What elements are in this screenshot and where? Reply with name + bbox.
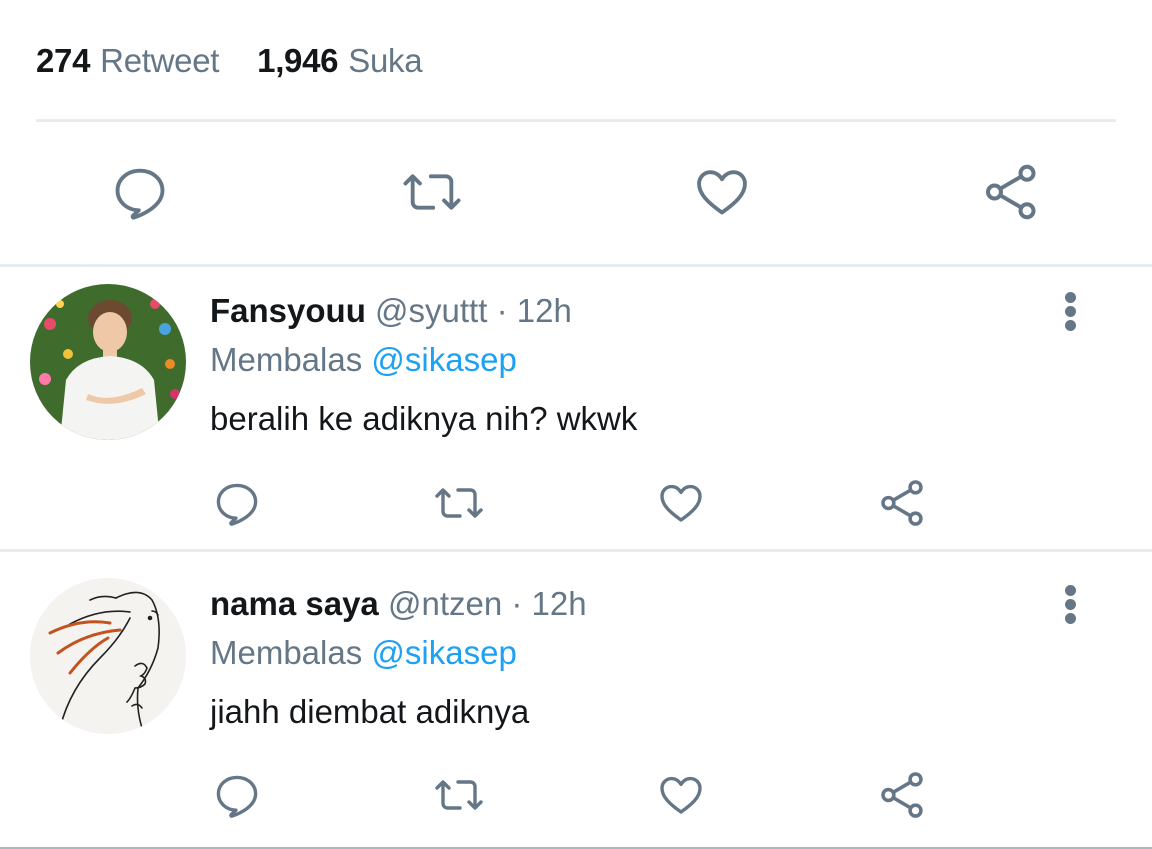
retweet-button[interactable] bbox=[430, 770, 488, 820]
retweet-label[interactable]: Retweet bbox=[100, 42, 219, 80]
avatar[interactable] bbox=[30, 578, 186, 734]
reply-icon bbox=[216, 775, 258, 818]
retweet-icon bbox=[435, 488, 483, 518]
user-avatar-image bbox=[30, 284, 186, 440]
user-handle[interactable]: @syuttt bbox=[375, 292, 487, 329]
replying-to: Membalas @sikasep bbox=[210, 341, 517, 379]
replying-prefix: Membalas bbox=[210, 341, 363, 378]
dot-icon bbox=[1065, 585, 1076, 596]
replying-to: Membalas @sikasep bbox=[210, 634, 517, 672]
reply-icon bbox=[216, 483, 258, 526]
retweet-button[interactable] bbox=[398, 160, 466, 224]
share-icon bbox=[881, 772, 923, 818]
share-icon bbox=[986, 164, 1036, 220]
like-button[interactable] bbox=[656, 478, 706, 528]
mention-link[interactable]: @sikasep bbox=[371, 634, 516, 671]
divider bbox=[0, 549, 1152, 552]
display-name[interactable]: Fansyouu bbox=[210, 292, 366, 329]
reply-text: beralih ke adiknya nih? wkwk bbox=[210, 400, 638, 437]
like-button[interactable] bbox=[690, 160, 754, 224]
like-count[interactable]: 1,946 bbox=[257, 42, 338, 80]
retweet-count[interactable]: 274 bbox=[36, 42, 90, 80]
more-options-button[interactable] bbox=[1058, 585, 1084, 631]
dot-icon bbox=[1065, 320, 1076, 331]
separator-dot: · bbox=[511, 585, 523, 622]
replying-prefix: Membalas bbox=[210, 634, 363, 671]
dot-icon bbox=[1065, 599, 1076, 610]
share-button[interactable] bbox=[878, 478, 928, 528]
like-label[interactable]: Suka bbox=[348, 42, 422, 80]
heart-icon bbox=[660, 484, 702, 522]
retweet-button[interactable] bbox=[430, 478, 488, 528]
reply-header: Fansyouu @syuttt · 12h bbox=[210, 292, 572, 330]
divider bbox=[0, 264, 1152, 267]
share-button[interactable] bbox=[980, 160, 1044, 224]
tweet-stats: 274 Retweet 1,946 Suka bbox=[36, 36, 423, 86]
dot-icon bbox=[1065, 613, 1076, 624]
reply-text: jiahh diembat adiknya bbox=[210, 693, 530, 730]
mention-link[interactable]: @sikasep bbox=[371, 341, 516, 378]
timestamp[interactable]: 12h bbox=[517, 292, 572, 329]
heart-icon bbox=[697, 170, 747, 215]
reply-button[interactable] bbox=[212, 478, 262, 528]
avatar[interactable] bbox=[30, 284, 186, 440]
reply-icon bbox=[115, 168, 165, 220]
share-icon bbox=[881, 480, 923, 526]
reply-button[interactable] bbox=[212, 770, 262, 820]
separator-dot: · bbox=[496, 292, 508, 329]
dot-icon bbox=[1065, 292, 1076, 303]
timestamp[interactable]: 12h bbox=[532, 585, 587, 622]
reply-button[interactable] bbox=[108, 160, 172, 224]
heart-icon bbox=[660, 776, 702, 814]
dot-icon bbox=[1065, 306, 1076, 317]
retweet-icon bbox=[435, 780, 483, 810]
user-handle[interactable]: @ntzen bbox=[388, 585, 502, 622]
share-button[interactable] bbox=[878, 770, 928, 820]
retweet-icon bbox=[403, 174, 461, 210]
user-avatar-image bbox=[30, 578, 186, 734]
more-options-button[interactable] bbox=[1058, 292, 1084, 338]
reply-header: nama saya @ntzen · 12h bbox=[210, 585, 587, 623]
like-button[interactable] bbox=[656, 770, 706, 820]
display-name[interactable]: nama saya bbox=[210, 585, 379, 622]
divider bbox=[36, 119, 1116, 122]
